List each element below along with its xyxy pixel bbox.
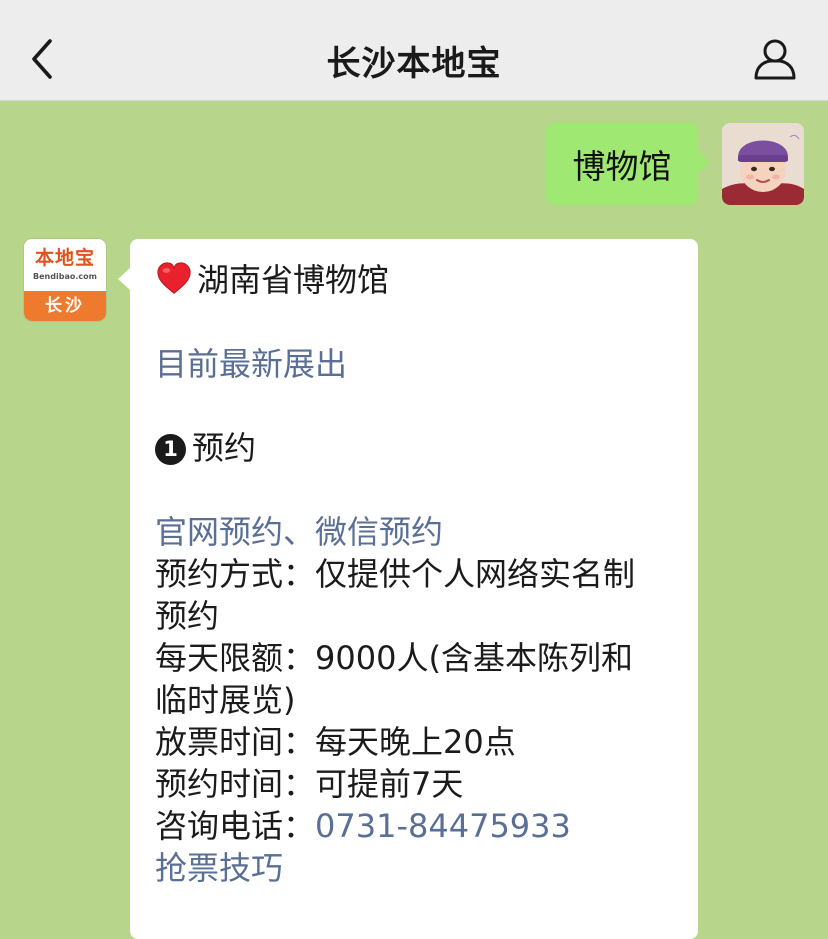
limit-label: 每天限额：: [155, 639, 316, 677]
user-avatar[interactable]: [722, 123, 804, 205]
outgoing-message-bubble[interactable]: 博物馆: [546, 123, 710, 205]
reservation-links-line: 官网预约、微信预约: [155, 511, 674, 553]
limit-value-continued: 临时展览): [155, 681, 296, 719]
nav-header: 长沙本地宝: [0, 0, 828, 101]
red-heart-icon: [157, 262, 191, 294]
advance-label: 预约时间：: [155, 765, 316, 803]
method-value: 仅提供个人网络实名制: [315, 555, 636, 593]
logo-main-text: 本地宝: [34, 247, 95, 269]
advance-line: 预约时间：可提前7天: [155, 763, 674, 805]
tips-line: 抢票技巧: [155, 847, 674, 889]
method-line: 预约方式：仅提供个人网络实名制: [155, 553, 674, 595]
wechat-reservation-link[interactable]: 微信预约: [315, 513, 443, 551]
limit-line: 每天限额：9000人(含基本陈列和: [155, 637, 674, 679]
official-site-reservation-link[interactable]: 官网预约: [155, 513, 283, 551]
step-heading: 1 预约: [155, 427, 674, 469]
step-number-badge: 1: [155, 434, 186, 465]
link-separator: 、: [283, 513, 316, 551]
phone-label: 咨询电话：: [155, 807, 316, 845]
incoming-message-bubble[interactable]: 湖南省博物馆 目前最新展出 1 预约 官网预约、微信预约 预约方式：仅提供个人网络…: [118, 239, 698, 939]
limit-value: 9000人(含基本陈列和: [315, 639, 633, 677]
method-value-continued: 预约: [155, 597, 220, 635]
step-label: 预约: [192, 429, 257, 467]
logo-city-text: 长沙: [24, 291, 106, 321]
ticket-tips-link[interactable]: 抢票技巧: [155, 849, 283, 887]
user-avatar-image: [722, 123, 804, 205]
latest-exhibition-link[interactable]: 目前最新展出: [155, 345, 347, 383]
latest-line: 目前最新展出: [155, 343, 674, 385]
advance-value: 可提前7天: [315, 765, 464, 803]
chat-title: 长沙本地宝: [326, 44, 502, 84]
message-title-line: 湖南省博物馆: [155, 259, 674, 301]
release-value: 每天晚上20点: [315, 723, 516, 761]
message-title: 湖南省博物馆: [197, 261, 390, 299]
outgoing-message-text: 博物馆: [572, 147, 672, 186]
official-account-avatar[interactable]: 本地宝 Bendibao.com 长沙: [24, 239, 106, 321]
phone-number-link[interactable]: 0731-84475933: [315, 807, 571, 845]
logo-sub-text: Bendibao.com: [33, 272, 97, 281]
release-line: 放票时间：每天晚上20点: [155, 721, 674, 763]
logo-top: 本地宝 Bendibao.com: [24, 239, 106, 291]
person-icon: [754, 39, 796, 80]
phone-line: 咨询电话：0731-84475933: [155, 805, 674, 847]
method-label: 预约方式：: [155, 555, 316, 593]
profile-button[interactable]: [752, 36, 798, 82]
release-label: 放票时间：: [155, 723, 316, 761]
